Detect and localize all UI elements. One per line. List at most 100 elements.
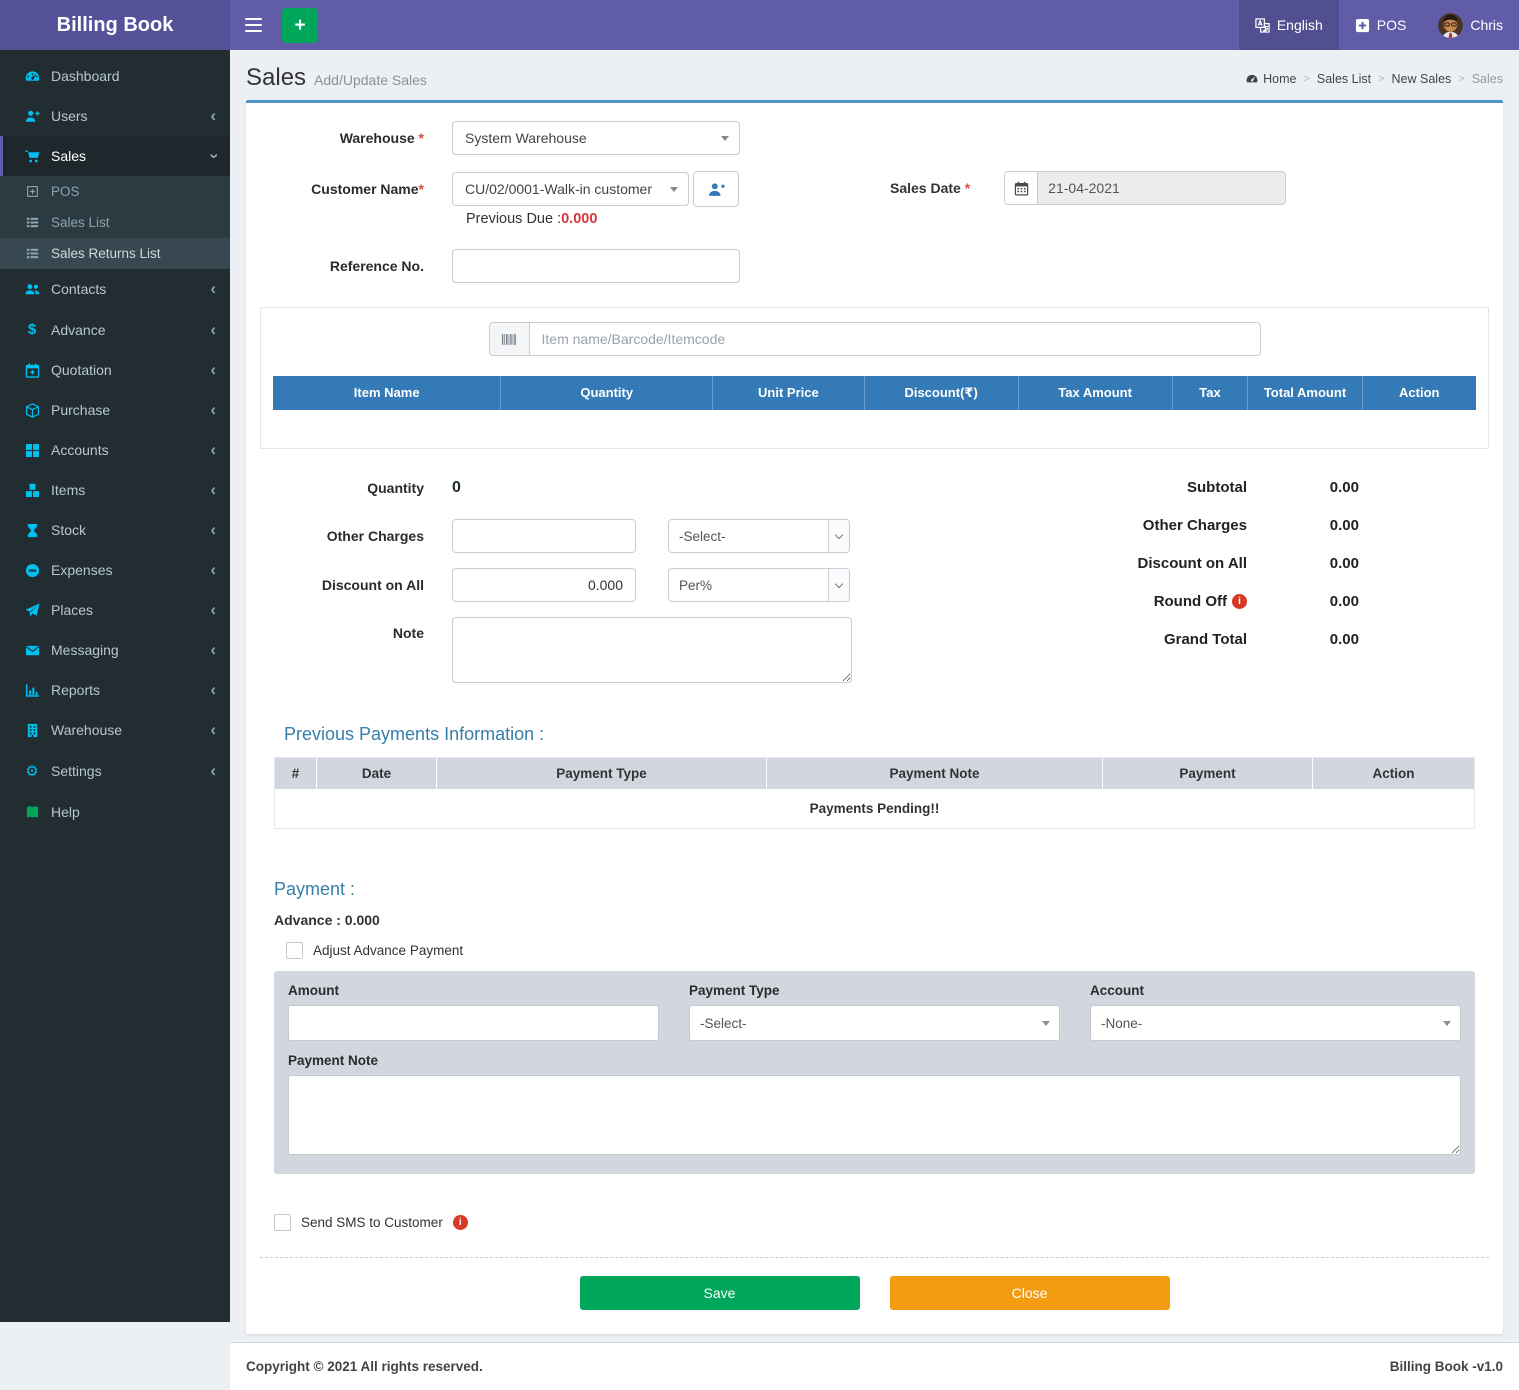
user-plus-icon — [708, 181, 725, 198]
chevron-left-icon: ‹ — [210, 565, 216, 575]
note-textarea[interactable] — [452, 617, 852, 683]
sales-submenu: POS Sales List — [0, 176, 230, 269]
sidebar-item-users[interactable]: Users ‹ — [0, 96, 230, 136]
chevron-left-icon: ‹ — [210, 645, 216, 655]
discount-total-value: 0.00 — [1247, 555, 1359, 572]
sidebar-item-contacts[interactable]: Contacts ‹ — [0, 269, 230, 309]
calendar-icon[interactable] — [1004, 171, 1037, 205]
sidebar-item-items[interactable]: Items ‹ — [0, 470, 230, 510]
quick-add-button[interactable]: + — [282, 8, 318, 43]
language-label: English — [1277, 17, 1323, 33]
send-sms-row: Send SMS to Customer — [274, 1214, 1489, 1231]
adjust-advance-label: Adjust Advance Payment — [313, 943, 463, 958]
list-icon — [22, 247, 42, 260]
user-name: Chris — [1470, 17, 1503, 33]
col-discount: Discount(₹) — [864, 376, 1018, 410]
sidebar-item-reports[interactable]: Reports ‹ — [0, 670, 230, 710]
item-search-input[interactable] — [529, 322, 1261, 356]
discount-input[interactable] — [452, 568, 636, 602]
chevron-left-icon: ‹ — [210, 485, 216, 495]
round-off-row: Round Off 0.00 — [1089, 593, 1359, 610]
sidebar-item-quotation[interactable]: Quotation ‹ — [0, 350, 230, 390]
breadcrumb-new-sales[interactable]: New Sales — [1392, 72, 1452, 86]
send-sms-checkbox[interactable] — [274, 1214, 291, 1231]
discount-row: Discount on All Per% — [260, 568, 1020, 602]
payment-type-select[interactable]: -Select- — [689, 1005, 1060, 1041]
col-action: Action — [1362, 376, 1476, 410]
round-off-value: 0.00 — [1247, 593, 1359, 610]
other-charges-input[interactable] — [452, 519, 636, 553]
sidebar-item-accounts[interactable]: Accounts ‹ — [0, 430, 230, 470]
quantity-label: Quantity — [260, 480, 452, 496]
page-title: SalesAdd/Update Sales — [246, 64, 427, 92]
sidebar-item-warehouse[interactable]: Warehouse ‹ — [0, 710, 230, 750]
sidebar-subitem-sales-returns-list[interactable]: Sales Returns List — [0, 238, 230, 269]
sidebar-item-messaging[interactable]: Messaging ‹ — [0, 630, 230, 670]
amount-input[interactable] — [288, 1005, 659, 1041]
customer-select[interactable]: CU/02/0001-Walk-in customer — [452, 172, 689, 206]
quantity-row: Quantity 0 — [260, 479, 1020, 497]
pos-link[interactable]: POS — [1339, 0, 1423, 50]
sidebar-item-sales[interactable]: Sales ‹ — [0, 136, 230, 176]
previous-payments-heading: Previous Payments Information : — [284, 724, 1489, 745]
sidebar-subitem-sales-list[interactable]: Sales List — [0, 207, 230, 238]
pos-label: POS — [1377, 17, 1407, 33]
payment-type-label: Payment Type — [689, 983, 1060, 998]
other-charges-select[interactable]: -Select- — [668, 519, 850, 553]
app-logo[interactable]: Billing Book — [0, 0, 230, 50]
navbar-right: English POS — [1239, 0, 1519, 50]
gauge-icon — [21, 69, 43, 84]
paper-plane-icon — [21, 603, 43, 618]
sidebar-item-expenses[interactable]: Expenses ‹ — [0, 550, 230, 590]
sidebar-item-dashboard[interactable]: Dashboard — [0, 56, 230, 96]
subtotal-value: 0.00 — [1247, 479, 1359, 496]
account-label: Account — [1090, 983, 1461, 998]
add-customer-button[interactable] — [693, 171, 739, 207]
payment-type-field-group: Payment Type -Select- — [689, 983, 1060, 1041]
sales-date-input[interactable] — [1037, 171, 1286, 205]
language-menu[interactable]: English — [1239, 0, 1339, 50]
sidebar: Dashboard Users ‹ Sales ‹ — [0, 50, 230, 1322]
warehouse-select[interactable]: System Warehouse — [452, 121, 740, 155]
user-menu[interactable]: Chris — [1422, 0, 1519, 50]
payment-note-textarea[interactable] — [288, 1075, 1461, 1155]
col-hash: # — [275, 758, 317, 790]
items-section: Item Name Quantity Unit Price Discount(₹… — [260, 307, 1489, 449]
other-charges-row: Other Charges -Select- — [260, 519, 1020, 553]
gauge-icon — [1246, 73, 1258, 85]
col-payment-note: Payment Note — [767, 758, 1103, 790]
sidebar-subitem-pos[interactable]: POS — [0, 176, 230, 207]
sidebar-item-help[interactable]: Help — [0, 792, 230, 832]
hamburger-menu-icon[interactable] — [230, 0, 276, 50]
sidebar-item-places[interactable]: Places ‹ — [0, 590, 230, 630]
adjust-advance-checkbox[interactable] — [286, 942, 303, 959]
info-icon[interactable] — [1232, 594, 1247, 609]
cube-icon — [21, 403, 43, 418]
col-date: Date — [317, 758, 437, 790]
form-actions: Save Close — [260, 1258, 1489, 1320]
close-button[interactable]: Close — [890, 1276, 1170, 1310]
breadcrumb-home[interactable]: Home — [1263, 72, 1296, 86]
list-icon — [22, 216, 42, 229]
previous-payments-table: # Date Payment Type Payment Note Payment… — [274, 757, 1475, 829]
col-item-name: Item Name — [273, 376, 500, 410]
sidebar-item-stock[interactable]: Stock ‹ — [0, 510, 230, 550]
payment-panel: Amount Payment Type -Select- Account -No… — [274, 971, 1475, 1174]
customer-label: Customer Name* — [260, 181, 452, 197]
sidebar-item-settings[interactable]: ⚙ Settings ‹ — [0, 750, 230, 792]
footer: Copyright © 2021 All rights reserved. Bi… — [230, 1342, 1519, 1390]
account-select[interactable]: -None- — [1090, 1005, 1461, 1041]
breadcrumb-sales-list[interactable]: Sales List — [1317, 72, 1371, 86]
amount-label: Amount — [288, 983, 659, 998]
reference-input[interactable] — [452, 249, 740, 283]
info-icon[interactable] — [453, 1215, 468, 1230]
save-button[interactable]: Save — [580, 1276, 860, 1310]
copyright-text: Copyright © 2021 All rights reserved. — [246, 1359, 483, 1374]
cubes-icon — [21, 483, 43, 498]
sidebar-item-advance[interactable]: $ Advance ‹ — [0, 309, 230, 350]
customer-row: Customer Name* CU/02/0001-Walk-in custom… — [260, 171, 1489, 207]
note-row: Note — [260, 617, 1020, 683]
discount-type-select[interactable]: Per% — [668, 568, 850, 602]
chevron-left-icon: ‹ — [210, 405, 216, 415]
sidebar-item-purchase[interactable]: Purchase ‹ — [0, 390, 230, 430]
